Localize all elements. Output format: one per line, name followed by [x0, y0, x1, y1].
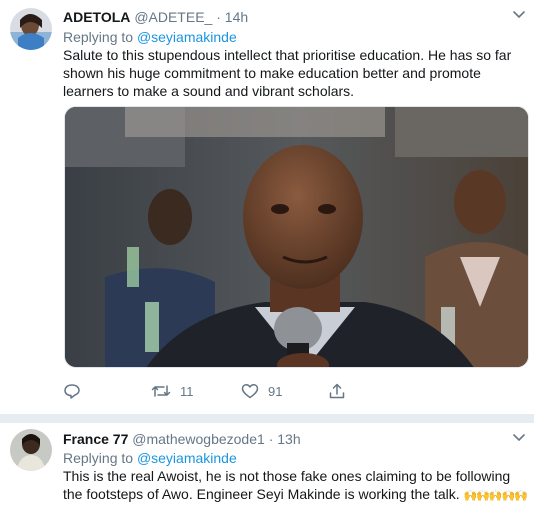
replying-to: Replying to @seyiamakinde — [63, 28, 237, 46]
tweet-header: ADETOLA @ADETEE_ · 14h — [63, 8, 248, 26]
author-name[interactable]: France 77 — [63, 431, 128, 447]
mention-link[interactable]: @seyiamakinde — [137, 450, 237, 466]
mention-link[interactable]: @seyiamakinde — [137, 29, 237, 45]
retweet-count: 11 — [180, 383, 194, 399]
separator-dot: · — [268, 431, 274, 447]
tweet[interactable]: ADETOLA @ADETEE_ · 14h Replying to @seyi… — [0, 0, 534, 414]
tweet[interactable]: France 77 @mathewogbezode1 · 13h Replyin… — [0, 423, 534, 508]
avatar[interactable] — [10, 429, 52, 471]
tweet-text: This is the real Awoist, he is not those… — [63, 467, 528, 508]
author-name[interactable]: ADETOLA — [63, 9, 130, 25]
retweet-button[interactable]: 11 — [151, 378, 194, 404]
reply-button[interactable] — [63, 378, 90, 404]
chevron-down-icon[interactable] — [512, 10, 526, 20]
separator-dot: · — [216, 9, 221, 25]
timestamp[interactable]: 13h — [277, 431, 300, 447]
tweet-header: France 77 @mathewogbezode1 · 13h — [63, 430, 301, 448]
share-icon — [329, 383, 345, 399]
retweet-icon — [151, 385, 171, 397]
chevron-down-icon[interactable] — [512, 433, 526, 443]
replying-to: Replying to @seyiamakinde — [63, 449, 237, 467]
tweet-text: Salute to this stupendous intellect that… — [63, 47, 512, 99]
like-icon — [241, 383, 259, 399]
share-button[interactable] — [328, 378, 346, 404]
tweet-actions: 11 91 — [63, 378, 528, 404]
tweet-divider — [0, 414, 534, 423]
author-handle[interactable]: @mathewogbezode1 — [132, 431, 265, 447]
avatar[interactable] — [10, 8, 52, 50]
timestamp[interactable]: 14h — [225, 9, 248, 25]
tweet-text-body: This is the real Awoist, he is not those… — [63, 468, 511, 502]
tweet-photo[interactable] — [64, 106, 529, 368]
like-button[interactable]: 91 — [241, 378, 282, 404]
like-count: 91 — [268, 383, 283, 399]
reply-icon — [64, 384, 80, 399]
replying-prefix: Replying to — [63, 450, 134, 466]
replying-prefix: Replying to — [63, 29, 134, 45]
author-handle[interactable]: @ADETEE_ — [134, 9, 212, 25]
